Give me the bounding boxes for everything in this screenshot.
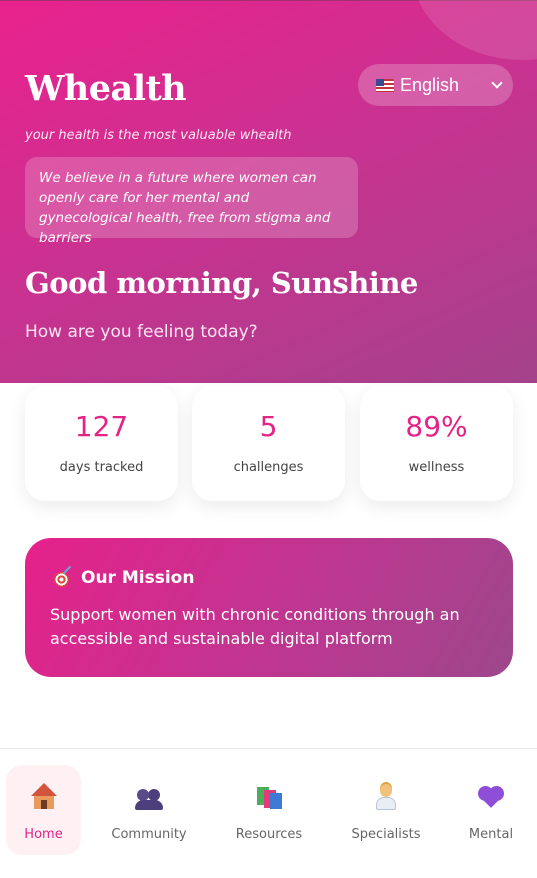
stat-value: 5	[259, 410, 278, 443]
bottom-nav: Home Community Resources Specialists Men…	[0, 748, 537, 878]
nav-label: Home	[24, 827, 63, 842]
heart-icon	[477, 783, 505, 811]
house-icon	[30, 783, 58, 811]
target-icon	[52, 568, 72, 588]
belief-statement: We believe in a future where women can o…	[25, 157, 358, 246]
stat-label: days tracked	[59, 460, 144, 475]
mission-text: Support women with chronic conditions th…	[50, 605, 460, 648]
stat-card-challenges: 5 challenges	[192, 386, 345, 501]
stat-card-wellness: 89% wellness	[360, 386, 513, 501]
health-worker-icon	[372, 783, 400, 811]
language-selector[interactable]: English	[358, 64, 513, 106]
hero-header: Whealth English your health is the most …	[0, 0, 537, 383]
us-flag-icon	[376, 78, 394, 92]
chevron-down-icon	[491, 77, 503, 89]
books-icon	[255, 783, 283, 811]
stat-card-days-tracked: 127 days tracked	[25, 386, 178, 501]
mission-card: Our Mission Support women with chronic c…	[25, 538, 513, 677]
app-title: Whealth	[25, 68, 187, 109]
nav-label: Resources	[235, 827, 303, 842]
nav-label: Community	[111, 827, 187, 842]
nav-label: Mental	[468, 827, 514, 842]
nav-item-community[interactable]: Community	[104, 765, 194, 855]
greeting-title: Good morning, Sunshine	[25, 266, 418, 300]
nav-item-resources[interactable]: Resources	[226, 765, 312, 855]
nav-label: Specialists	[351, 827, 421, 842]
nav-item-home[interactable]: Home	[6, 765, 81, 855]
stat-label: wellness	[408, 460, 465, 475]
mission-header: Our Mission	[52, 568, 194, 588]
mission-title: Our Mission	[81, 568, 195, 588]
greeting-subtitle: How are you feeling today?	[25, 322, 258, 342]
app-screen: Whealth English your health is the most …	[0, 0, 537, 878]
people-icon	[135, 783, 163, 811]
language-label: English	[400, 74, 460, 95]
nav-item-mental[interactable]: Mental	[462, 765, 520, 855]
stat-label: challenges	[233, 460, 304, 475]
decorative-circle	[412, 0, 537, 60]
stat-value: 89%	[405, 410, 468, 443]
nav-item-specialists[interactable]: Specialists	[342, 765, 430, 855]
app-tagline: your health is the most valuable whealth	[25, 128, 292, 143]
stat-value: 127	[74, 410, 129, 443]
